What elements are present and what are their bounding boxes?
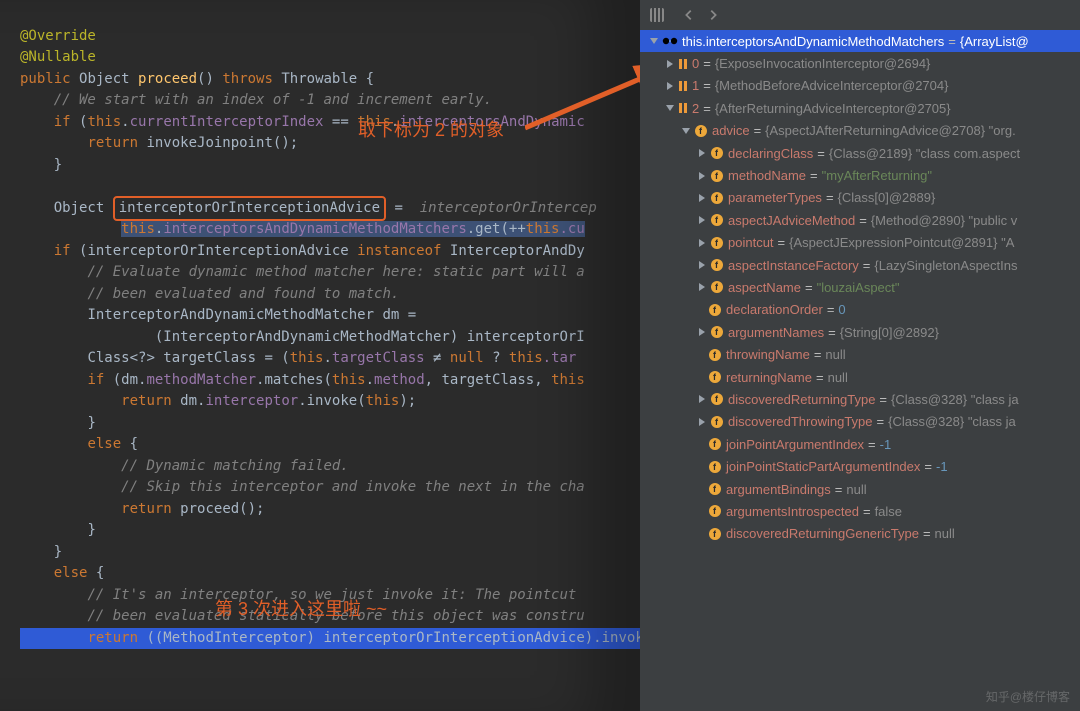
field-icon: f: [710, 146, 724, 160]
field-aspectName[interactable]: faspectName="louzaiAspect": [640, 276, 1080, 298]
field-methodName[interactable]: fmethodName="myAfterReturning": [640, 164, 1080, 186]
field-icon: f: [710, 392, 724, 406]
field-aspectJAdviceMethod[interactable]: faspectJAdviceMethod={Method@2890} "publ…: [640, 209, 1080, 231]
field-joinPointStaticPartArgumentIndex[interactable]: fjoinPointStaticPartArgumentIndex=-1: [640, 455, 1080, 477]
field-argumentNames[interactable]: fargumentNames={String[0]@2892}: [640, 321, 1080, 343]
debugger-toolbar: [640, 0, 1080, 30]
field-parameterTypes[interactable]: fparameterTypes={Class[0]@2889}: [640, 187, 1080, 209]
field-icon: f: [710, 280, 724, 294]
comment: // We start with an index of -1 and incr…: [54, 92, 492, 108]
list-item-0[interactable]: 0={ExposeInvocationInterceptor@2694}: [640, 52, 1080, 74]
field-argumentsIntrospected[interactable]: fargumentsIntrospected=false: [640, 500, 1080, 522]
back-arrow-icon[interactable]: [682, 8, 696, 22]
annotation-override: @Override: [20, 28, 96, 44]
field-declaringClass[interactable]: fdeclaringClass={Class@2189} "class com.…: [640, 142, 1080, 164]
glasses-icon: [662, 36, 678, 46]
field-icon: f: [708, 370, 722, 384]
kw-public: public: [20, 71, 71, 87]
field-icon: f: [708, 527, 722, 541]
field-icon: f: [708, 482, 722, 496]
method-name: proceed: [138, 71, 197, 87]
field-icon: f: [708, 504, 722, 518]
forward-arrow-icon[interactable]: [706, 8, 720, 22]
field-throwingName[interactable]: fthrowingName=null: [640, 343, 1080, 365]
field-icon: f: [710, 169, 724, 183]
field-discoveredReturningGenericType[interactable]: fdiscoveredReturningGenericType=null: [640, 523, 1080, 545]
field-icon: f: [710, 213, 724, 227]
field-icon: f: [710, 191, 724, 205]
field-icon: f: [710, 325, 724, 339]
annotation-nullable: @Nullable: [20, 49, 96, 65]
watermark: 知乎@楼仔博客: [986, 688, 1070, 705]
field-pointcut[interactable]: fpointcut={AspectJExpressionPointcut@289…: [640, 232, 1080, 254]
field-advice[interactable]: fadvice={AspectJAfterReturningAdvice@270…: [640, 120, 1080, 142]
element-icon: [678, 58, 688, 70]
element-icon: [678, 80, 688, 92]
user-annotation-1: 取下标为 2 的对象: [358, 116, 504, 142]
list-item-2[interactable]: 2={AfterReturningAdviceInterceptor@2705}: [640, 97, 1080, 119]
user-annotation-2: 第 3 次进入这里啦 ~~: [215, 595, 387, 621]
field-joinPointArgumentIndex[interactable]: fjoinPointArgumentIndex=-1: [640, 433, 1080, 455]
execution-line: return ((MethodInterceptor) interceptorO…: [20, 628, 640, 650]
field-declarationOrder[interactable]: fdeclarationOrder=0: [640, 299, 1080, 321]
field-icon: f: [710, 258, 724, 272]
field-icon: f: [710, 236, 724, 250]
field-icon: f: [708, 437, 722, 451]
drag-handle-icon[interactable]: [650, 8, 664, 22]
element-icon: [678, 102, 688, 114]
field-discoveredReturningType[interactable]: fdiscoveredReturningType={Class@328} "cl…: [640, 388, 1080, 410]
field-icon: f: [708, 303, 722, 317]
list-item-1[interactable]: 1={MethodBeforeAdviceInterceptor@2704}: [640, 75, 1080, 97]
field-icon: f: [708, 460, 722, 474]
field-discoveredThrowingType[interactable]: fdiscoveredThrowingType={Class@328} "cla…: [640, 411, 1080, 433]
field-icon: f: [710, 415, 724, 429]
highlighted-variable: interceptorOrInterceptionAdvice: [113, 196, 386, 222]
field-returningName[interactable]: freturningName=null: [640, 366, 1080, 388]
field-icon: f: [694, 124, 708, 138]
watch-root[interactable]: this.interceptorsAndDynamicMethodMatcher…: [640, 30, 1080, 52]
debugger-panel[interactable]: this.interceptorsAndDynamicMethodMatcher…: [640, 0, 1080, 711]
field-argumentBindings[interactable]: fargumentBindings=null: [640, 478, 1080, 500]
field-icon: f: [708, 348, 722, 362]
field-aspectInstanceFactory[interactable]: faspectInstanceFactory={LazySingletonAsp…: [640, 254, 1080, 276]
